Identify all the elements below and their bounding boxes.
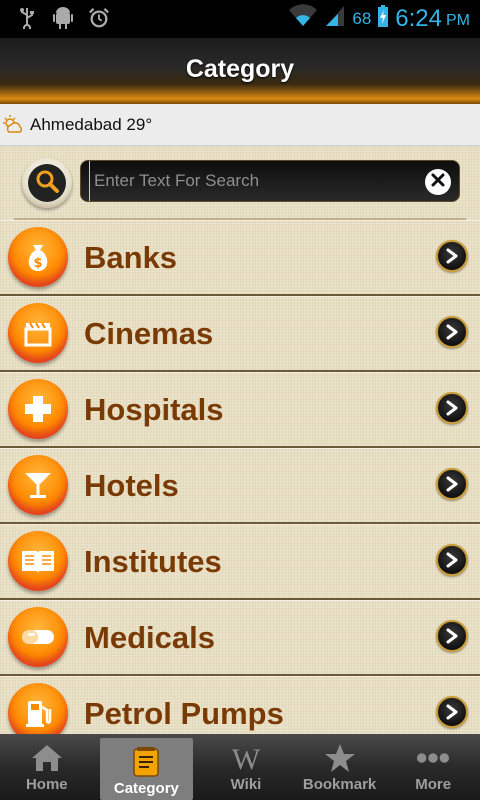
- category-row-hospitals[interactable]: Hospitals: [0, 372, 480, 448]
- pill-icon: [8, 607, 68, 667]
- clear-search-button[interactable]: [425, 169, 451, 195]
- svg-text:W: W: [232, 743, 261, 773]
- nav-home[interactable]: Home: [0, 734, 94, 800]
- alarm-icon: [88, 6, 110, 30]
- clapperboard-icon: [8, 303, 68, 363]
- search-row: [14, 146, 466, 220]
- search-icon: [34, 168, 60, 199]
- chevron-right-icon[interactable]: [436, 696, 468, 728]
- category-row-petrol-pumps[interactable]: Petrol Pumps: [0, 676, 480, 734]
- category-row-cinemas[interactable]: Cinemas: [0, 296, 480, 372]
- close-icon: [431, 173, 445, 192]
- nav-bookmark[interactable]: Bookmark: [293, 734, 387, 800]
- nav-wiki[interactable]: W Wiki: [199, 734, 293, 800]
- chevron-right-icon[interactable]: [436, 544, 468, 576]
- usb-icon: [16, 6, 38, 30]
- category-row-banks[interactable]: $ Banks: [0, 220, 480, 296]
- search-button[interactable]: [22, 158, 72, 208]
- category-label: Medicals: [84, 620, 215, 655]
- money-bag-icon: $: [8, 227, 68, 287]
- category-label: Cinemas: [84, 316, 214, 351]
- nav-label: Wiki: [230, 776, 262, 793]
- fuel-pump-icon: [8, 683, 68, 734]
- more-dots-icon: [416, 742, 450, 774]
- category-label: Hospitals: [84, 392, 224, 427]
- battery-percent: 68: [352, 8, 372, 28]
- notepad-icon: [129, 746, 163, 778]
- nav-category[interactable]: Category: [99, 738, 194, 800]
- chevron-right-icon[interactable]: [436, 468, 468, 500]
- cross-icon: [8, 379, 68, 439]
- battery-charging-icon: [377, 4, 389, 33]
- android-icon: [52, 6, 74, 30]
- category-label: Petrol Pumps: [84, 696, 284, 731]
- cocktail-glass-icon: [8, 455, 68, 515]
- page-title: Category: [185, 54, 295, 83]
- category-row-hotels[interactable]: Hotels: [0, 448, 480, 524]
- chevron-right-icon[interactable]: [436, 620, 468, 652]
- wikipedia-icon: W: [229, 742, 263, 774]
- status-bar: 68 6:24 PM: [0, 0, 480, 38]
- search-field: [80, 160, 460, 202]
- signal-icon: [324, 4, 346, 33]
- category-row-medicals[interactable]: Medicals: [0, 600, 480, 676]
- clock-time: 6:24: [395, 4, 442, 32]
- nav-label: Bookmark: [302, 776, 377, 793]
- search-input[interactable]: [89, 161, 419, 201]
- home-icon: [30, 742, 64, 774]
- weather-text: Ahmedabad 29°: [30, 114, 153, 134]
- partly-cloudy-icon: [2, 114, 24, 136]
- svg-text:$: $: [33, 256, 42, 271]
- nav-label: More: [415, 776, 452, 793]
- category-label: Hotels: [84, 468, 179, 503]
- chevron-right-icon[interactable]: [436, 316, 468, 348]
- chevron-right-icon[interactable]: [436, 240, 468, 272]
- book-icon: [8, 531, 68, 591]
- weather-strip: Ahmedabad 29°: [0, 104, 480, 146]
- bottom-nav: Home Category W Wiki Bookmark More: [0, 734, 480, 800]
- nav-more[interactable]: More: [386, 734, 480, 800]
- category-row-institutes[interactable]: Institutes: [0, 524, 480, 600]
- title-bar: Category: [0, 38, 480, 104]
- category-label: Banks: [84, 240, 178, 275]
- nav-label: Category: [113, 780, 179, 797]
- chevron-right-icon[interactable]: [436, 392, 468, 424]
- star-icon: [323, 742, 357, 774]
- clock-ampm: PM: [446, 11, 470, 29]
- wifi-icon: [288, 4, 318, 33]
- category-list[interactable]: $ Banks Cinemas Hospitals Hotels: [0, 146, 480, 734]
- category-label: Institutes: [84, 544, 222, 579]
- nav-label: Home: [25, 776, 68, 793]
